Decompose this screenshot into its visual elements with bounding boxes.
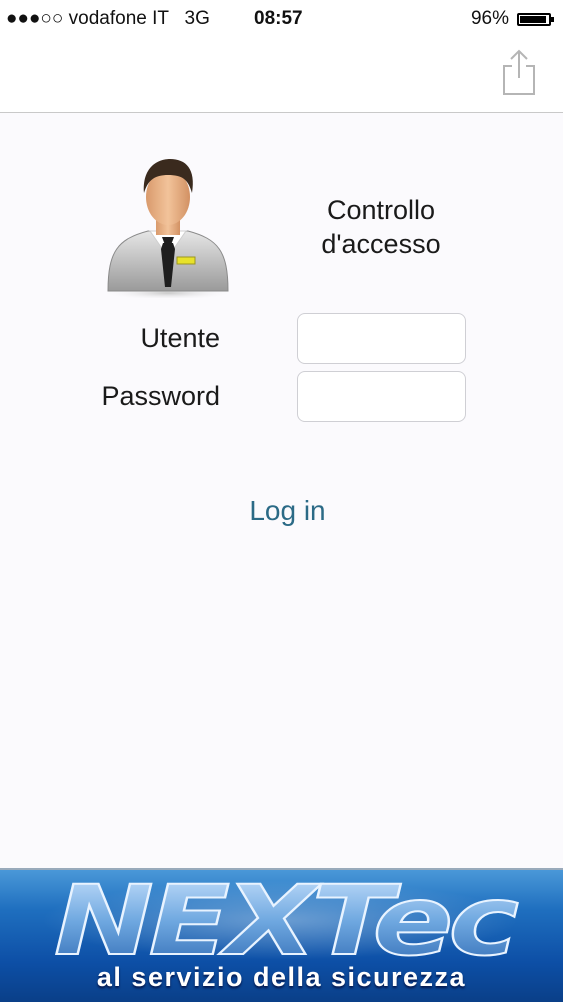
carrier-name: vodafone IT: [68, 8, 169, 29]
signal-strength-icon: ●●●○○: [6, 8, 64, 29]
title-line-2: d'accesso: [321, 229, 441, 259]
username-field[interactable]: [297, 313, 466, 364]
password-label: Password: [101, 381, 220, 411]
login-button[interactable]: Log in: [200, 493, 375, 529]
status-bar: ●●●○○ vodafone IT 3G 08:57 96%: [0, 0, 563, 38]
battery-status: 96%: [470, 0, 554, 38]
battery-icon: [517, 12, 554, 26]
banner-tagline: al servizio della sicurezza: [96, 962, 467, 992]
network-type: 3G: [184, 8, 210, 29]
login-screen: Controllo d'accesso Utente Password Log …: [0, 113, 563, 868]
brand-banner[interactable]: NEXTec al servizio della sicurezza: [0, 868, 563, 1002]
share-icon[interactable]: [501, 48, 537, 96]
battery-percent: 96%: [470, 8, 509, 29]
page-title: Controllo d'accesso: [300, 193, 462, 261]
password-field[interactable]: [297, 371, 466, 422]
title-line-1: Controllo: [326, 195, 436, 225]
carrier-info: ●●●○○ vodafone IT 3G: [6, 0, 210, 38]
nextec-logo: NEXTec: [53, 876, 522, 966]
clock: 08:57: [254, 8, 303, 29]
user-avatar-icon: [102, 159, 234, 298]
username-label: Utente: [140, 323, 220, 353]
svg-text:NEXTec: NEXTec: [54, 876, 518, 966]
navigation-bar: [0, 38, 563, 113]
